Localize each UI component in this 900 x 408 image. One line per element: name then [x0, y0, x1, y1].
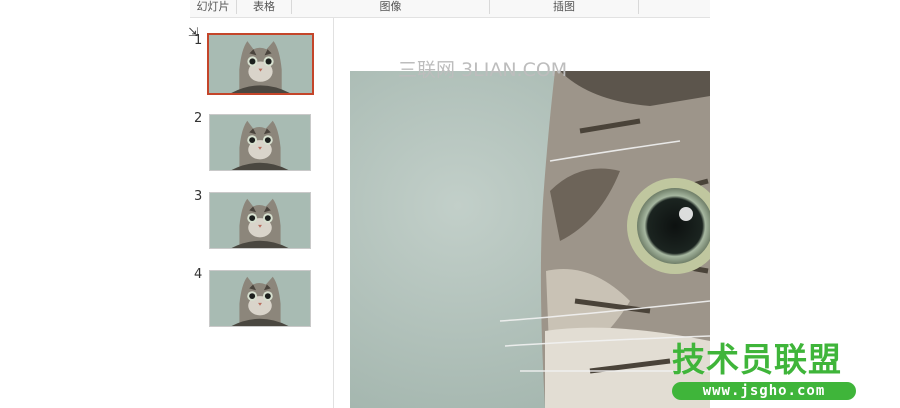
- cat-photo-thumbnail-icon: [210, 271, 310, 326]
- slide-thumbnail-2[interactable]: [209, 114, 311, 171]
- ribbon-group-separator: [638, 0, 639, 14]
- cat-photo[interactable]: [350, 71, 710, 408]
- cat-photo-thumbnail-icon: [209, 35, 312, 93]
- site-logo: 技术员联盟 www.jsgho.com: [670, 340, 860, 404]
- watermark-text: 三联网 3LIAN.COM: [398, 59, 568, 81]
- slide-number: 2: [194, 111, 203, 126]
- current-slide-canvas[interactable]: [350, 71, 710, 408]
- ribbon-group-tables-label: 表格: [253, 0, 275, 13]
- slide-thumbnail-1[interactable]: [207, 33, 314, 95]
- ribbon-group-labels: 幻灯片 表格 图像 插图: [190, 0, 710, 18]
- ribbon-group-slides-label: 幻灯片: [196, 0, 230, 13]
- slide-number: 1: [194, 33, 203, 48]
- slide-thumbnail-3[interactable]: [209, 192, 311, 249]
- slide-number: 3: [194, 189, 203, 204]
- cat-photo-thumbnail-icon: [210, 193, 310, 248]
- logo-url: www.jsgho.com: [672, 382, 856, 400]
- logo-title: 技术员联盟: [672, 340, 842, 379]
- slide-thumbnail-4[interactable]: [209, 270, 311, 327]
- cat-photo-thumbnail-icon: [210, 115, 310, 170]
- slide-number: 4: [194, 267, 203, 282]
- ribbon-group-separator: [236, 0, 237, 14]
- ribbon-group-images-label: 图像: [379, 0, 402, 13]
- ribbon-group-illustrations-label: 插图: [553, 0, 575, 13]
